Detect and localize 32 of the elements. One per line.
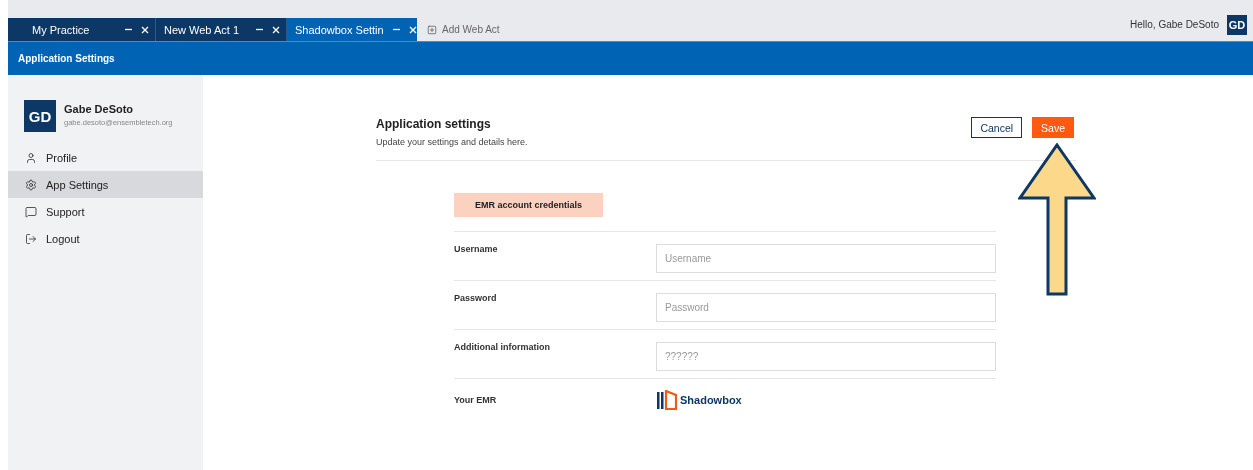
field-label: Password — [454, 293, 497, 305]
user-avatar[interactable]: GD — [1227, 14, 1247, 35]
field-label: Additional information — [454, 342, 550, 354]
input-field[interactable]: Password — [656, 293, 996, 322]
input-field[interactable]: ?????? — [656, 342, 996, 371]
emr-logo: Shadowbox — [656, 390, 742, 410]
browser-tab[interactable]: My Practice — [8, 18, 155, 41]
settings-icon — [25, 178, 37, 191]
sidebar-item[interactable]: Support — [8, 198, 203, 225]
profile-avatar: GD — [24, 100, 56, 132]
page-header: Application Settings — [8, 41, 1253, 75]
close-icon[interactable] — [408, 25, 417, 34]
input-field[interactable]: Username — [656, 244, 996, 273]
sidebar-item[interactable]: App Settings — [8, 171, 203, 198]
logout-icon — [25, 232, 37, 245]
sidebar-item[interactable]: Profile — [8, 144, 203, 171]
page-title: Application settings — [376, 117, 492, 131]
field-label: Your EMR — [454, 395, 498, 405]
user-name: Gabe DeSoto — [64, 103, 135, 115]
browser-tab[interactable]: Shadowbox Settin — [286, 18, 417, 41]
page-subtitle: Update your settings and details here. — [376, 137, 528, 147]
close-icon[interactable] — [272, 25, 280, 34]
user-icon — [25, 151, 37, 164]
greeting-text: Hello, Gabe DeSoto — [1130, 19, 1219, 30]
section-label: EMR account credentials — [454, 193, 604, 217]
add-tab-button[interactable]: Add Web Act — [417, 18, 510, 41]
browser-tab[interactable]: New Web Act 1 — [155, 18, 286, 41]
cancel-button[interactable]: Cancel — [971, 117, 1023, 138]
sidebar-item[interactable]: Logout — [8, 225, 203, 252]
field-label: Username — [454, 244, 498, 256]
logo-icon — [656, 390, 678, 410]
close-icon[interactable] — [141, 25, 149, 34]
